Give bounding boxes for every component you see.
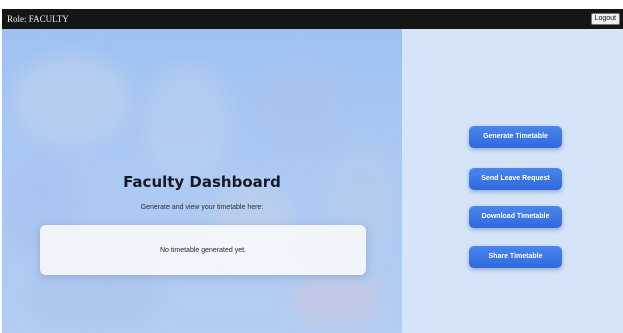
share-timetable-button[interactable]: Share Timetable [469,246,562,268]
page-title: Faculty Dashboard [123,173,281,191]
app-window: Role: FACULTY Logout Faculty Dashboard G… [2,9,623,333]
actions-panel: Generate Timetable Send Leave Request Do… [402,29,623,333]
page-subtitle: Generate and view your timetable here: [140,204,264,211]
empty-timetable-message: No timetable generated yet. [160,247,246,254]
role-label: Role: FACULTY [7,14,69,24]
dashboard-panel: Faculty Dashboard Generate and view your… [2,29,402,333]
top-bar: Role: FACULTY Logout [2,9,623,29]
timetable-display: No timetable generated yet. [40,225,366,275]
generate-timetable-button[interactable]: Generate Timetable [469,126,562,148]
logout-button[interactable]: Logout [590,13,620,25]
send-leave-request-button[interactable]: Send Leave Request [469,168,562,190]
download-timetable-button[interactable]: Download Timetable [469,206,562,228]
